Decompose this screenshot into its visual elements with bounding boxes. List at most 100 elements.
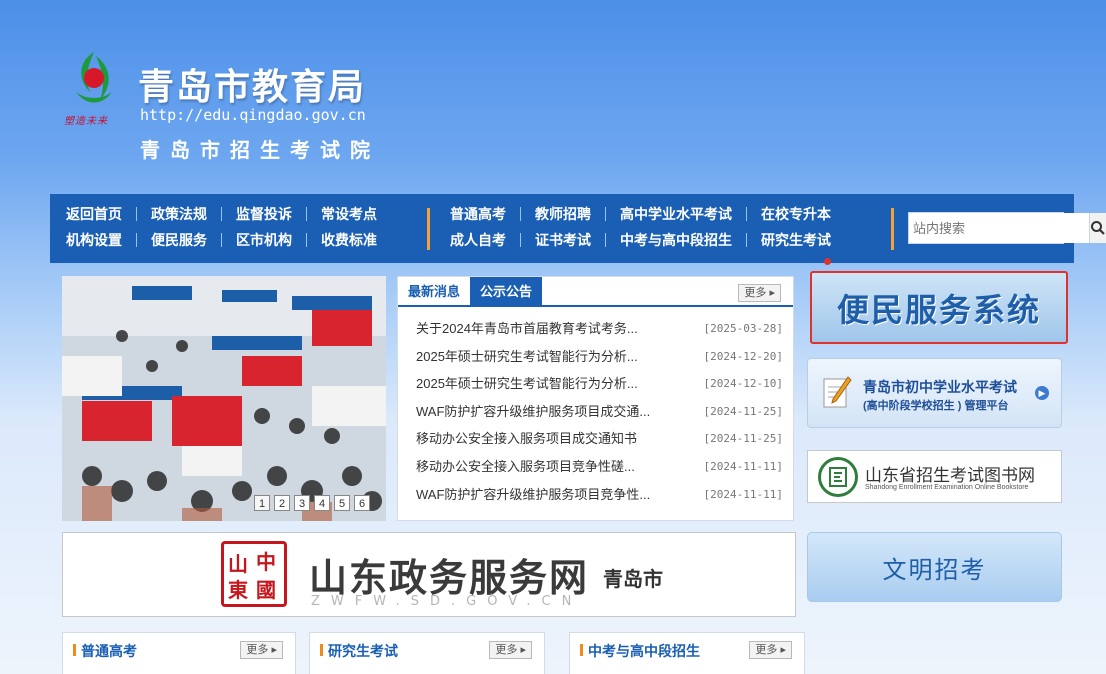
carousel-dot[interactable]: 1: [254, 495, 270, 511]
news-more-button[interactable]: 更多 ▸: [738, 284, 781, 302]
news-list: 关于2024年青岛市首届教育考试考务... [2025-03-28] 2025年硕…: [398, 307, 793, 508]
nav-services[interactable]: 便民服务: [151, 230, 207, 250]
search-input[interactable]: [909, 213, 1089, 243]
seal-char: 山: [228, 552, 248, 576]
nav-row: 机构设置 便民服务 区市机构 收费标准: [66, 230, 377, 250]
nav-gaokao[interactable]: 普通高考: [450, 204, 506, 224]
nav-zhongkao[interactable]: 中考与高中段招生: [620, 230, 732, 250]
nav-district[interactable]: 区市机构: [236, 230, 292, 250]
nav-teacher-recruit[interactable]: 教师招聘: [535, 204, 591, 224]
pen-paper-icon: [823, 376, 852, 408]
gov-seal-icon: 中 國 山 東: [221, 541, 287, 607]
nav-exam-sites[interactable]: 常设考点: [321, 204, 377, 224]
main-nav: 返回首页 政策法规 监督投诉 常设考点 机构设置 便民服务 区市机构 收费标准 …: [50, 194, 1106, 263]
nav-adult-exam[interactable]: 成人自考: [450, 230, 506, 250]
nav-certificate[interactable]: 证书考试: [535, 230, 591, 250]
gov-service-banner[interactable]: 中 國 山 東 山东政务服务网 ZWFW.SD.GOV.CN 青岛市: [62, 532, 796, 617]
more-label: 更多: [246, 644, 269, 656]
news-title[interactable]: 2025年硕士研究生考试智能行为分析...: [416, 343, 638, 371]
list-item[interactable]: 关于2024年青岛市首届教育考试考务... [2025-03-28]: [416, 315, 783, 343]
nav-separator: [520, 233, 521, 247]
carousel-pager: 1 2 3 4 5 6: [254, 495, 370, 511]
nav-policy[interactable]: 政策法规: [151, 204, 207, 224]
carousel-dot[interactable]: 3: [294, 495, 310, 511]
tab-announcements[interactable]: 公示公告: [470, 277, 543, 305]
triangle-right-icon: ▸: [780, 644, 786, 656]
section-more-button[interactable]: 更多 ▸: [240, 641, 283, 659]
list-item[interactable]: WAF防护扩容升级维护服务项目成交通... [2024-11-25]: [416, 398, 783, 426]
carousel-image: [62, 276, 386, 521]
nav-separator: [605, 207, 606, 221]
section-more-button[interactable]: 更多 ▸: [489, 641, 532, 659]
bookstore-subtitle: Shandong Enrollment Examination Online B…: [865, 484, 1029, 491]
search-icon: [1091, 221, 1105, 235]
news-title[interactable]: 关于2024年青岛市首届教育考试考务...: [416, 315, 638, 343]
carousel-dot[interactable]: 4: [314, 495, 330, 511]
nav-graduate[interactable]: 研究生考试: [761, 230, 831, 250]
gov-service-city: 青岛市: [603, 569, 663, 591]
carousel-dot[interactable]: 2: [274, 495, 290, 511]
news-date: [2024-11-11]: [703, 459, 783, 473]
news-title[interactable]: WAF防护扩容升级维护服务项目竞争性...: [416, 481, 650, 509]
service-system-label: 便民服务系统: [836, 290, 1041, 329]
nav-organization[interactable]: 机构设置: [66, 230, 122, 250]
nav-separator: [605, 233, 606, 247]
seal-char: 中: [256, 550, 276, 574]
nav-separator: [136, 207, 137, 221]
section-title[interactable]: 普通高考: [73, 641, 137, 661]
site-search: [908, 212, 1106, 244]
nav-upgrade[interactable]: 在校专升本: [761, 204, 831, 224]
nav-row: 成人自考 证书考试 中考与高中段招生 研究生考试: [450, 230, 831, 250]
nav-divider: [427, 208, 430, 250]
nav-separator: [520, 207, 521, 221]
nav-separator: [221, 207, 222, 221]
section-title[interactable]: 中考与高中段招生: [580, 641, 700, 661]
nav-separator: [746, 233, 747, 247]
exam-platform-banner[interactable]: 青岛市初中学业水平考试 (高中阶段学校招生 ) 管理平台 ▶: [807, 358, 1062, 428]
list-item[interactable]: 2025年硕士研究生考试智能行为分析... [2024-12-20]: [416, 343, 783, 371]
nav-divider: [891, 208, 894, 250]
photo-carousel[interactable]: 1 2 3 4 5 6: [62, 276, 386, 521]
list-item[interactable]: WAF防护扩容升级维护服务项目竞争性... [2024-11-11]: [416, 481, 783, 509]
news-title[interactable]: 移动办公安全接入服务项目成交通知书: [416, 425, 637, 453]
nav-group-general: 返回首页 政策法规 监督投诉 常设考点 机构设置 便民服务 区市机构 收费标准: [66, 204, 377, 250]
nav-separator: [136, 233, 137, 247]
nav-academic-level[interactable]: 高中学业水平考试: [620, 204, 732, 224]
tab-latest-news[interactable]: 最新消息: [398, 277, 470, 305]
nav-home[interactable]: 返回首页: [66, 204, 122, 224]
news-date: [2024-12-20]: [703, 349, 783, 363]
list-item[interactable]: 移动办公安全接入服务项目成交通知书 [2024-11-25]: [416, 425, 783, 453]
list-item[interactable]: 移动办公安全接入服务项目竞争性磋... [2024-11-11]: [416, 453, 783, 481]
nav-group-exams: 普通高考 教师招聘 高中学业水平考试 在校专升本 成人自考 证书考试 中考与高中…: [450, 204, 831, 250]
carousel-dot[interactable]: 5: [334, 495, 350, 511]
news-tabs: 最新消息 公示公告 更多 ▸: [398, 277, 793, 307]
section-gaokao: 普通高考 更多 ▸: [62, 632, 296, 674]
more-label: 更多: [495, 644, 518, 656]
news-date: [2024-11-25]: [703, 432, 783, 446]
nav-separator: [306, 233, 307, 247]
service-system-banner[interactable]: 便民服务系统: [810, 271, 1068, 344]
triangle-right-icon: ▸: [769, 287, 775, 299]
news-date: [2024-12-10]: [703, 377, 783, 391]
civilized-exam-label: 文明招考: [882, 556, 987, 584]
nav-separator: [221, 233, 222, 247]
news-title[interactable]: 移动办公安全接入服务项目竞争性磋...: [416, 453, 635, 481]
section-zhongkao: 中考与高中段招生 更多 ▸: [569, 632, 805, 674]
site-subtitle: 青岛市招生考试院: [140, 140, 380, 162]
news-title[interactable]: WAF防护扩容升级维护服务项目成交通...: [416, 398, 650, 426]
section-more-button[interactable]: 更多 ▸: [749, 641, 792, 659]
bookstore-title: 山东省招生考试图书网: [865, 466, 1035, 485]
exam-platform-title: 青岛市初中学业水平考试: [863, 379, 1017, 395]
carousel-dot[interactable]: 6: [354, 495, 370, 511]
civilized-exam-banner[interactable]: 文明招考: [807, 532, 1062, 602]
gov-service-url: ZWFW.SD.GOV.CN: [311, 594, 583, 609]
nav-complaint[interactable]: 监督投诉: [236, 204, 292, 224]
news-date: [2024-11-25]: [703, 404, 783, 418]
nav-fees[interactable]: 收费标准: [321, 230, 377, 250]
section-title[interactable]: 研究生考试: [320, 641, 398, 661]
search-button[interactable]: [1089, 213, 1106, 243]
news-title[interactable]: 2025年硕士研究生考试智能行为分析...: [416, 370, 638, 398]
list-item[interactable]: 2025年硕士研究生考试智能行为分析... [2024-12-10]: [416, 370, 783, 398]
nav-row: 普通高考 教师招聘 高中学业水平考试 在校专升本: [450, 204, 831, 224]
bookstore-banner[interactable]: 山东省招生考试图书网 Shandong Enrollment Examinati…: [807, 450, 1062, 503]
